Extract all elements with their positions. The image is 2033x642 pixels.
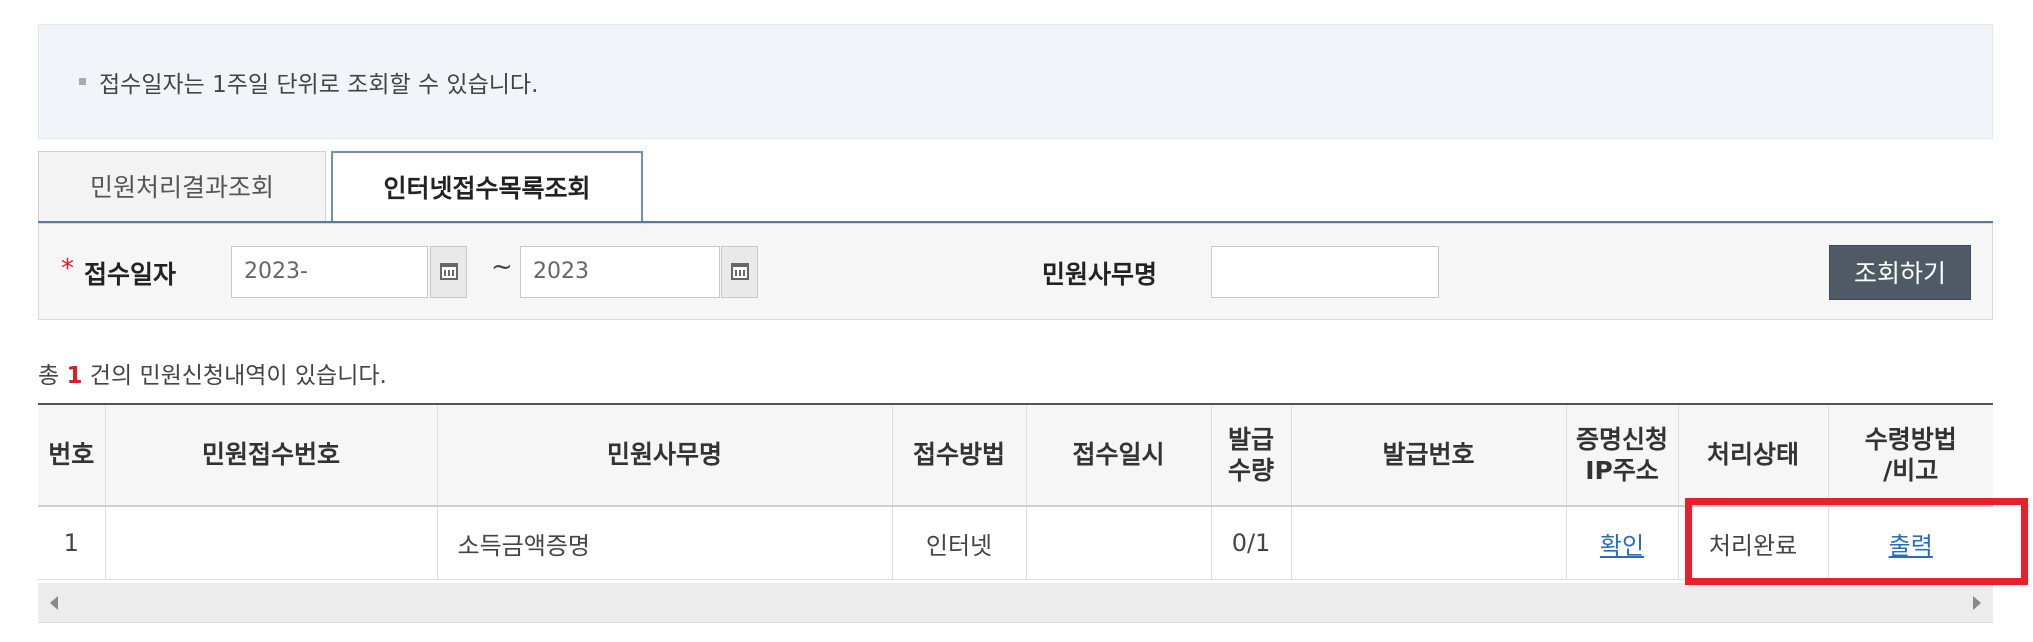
col-header: 민원접수번호 (104, 403, 437, 507)
cell-datetime (1025, 506, 1211, 580)
highlight-box (1685, 498, 2028, 585)
office-label: 민원사무명 (1042, 260, 1158, 289)
cell-office-name: 소득금액증명 (436, 506, 892, 580)
search-button[interactable]: 조회하기 (1829, 245, 1971, 300)
notice-box: 접수일자는 1주일 단위로 조회할 수 있습니다. (38, 24, 1993, 139)
result-count: 1 (66, 363, 83, 389)
scroll-left-icon[interactable] (50, 596, 58, 610)
calendar-icon (440, 263, 458, 280)
date-separator: ~ (491, 252, 513, 282)
date-label: 접수일자 (84, 260, 177, 289)
table-header-row: 번호 민원접수번호 민원사무명 접수방법 접수일시 발급 수량 발급번호 증명신… (38, 403, 1993, 507)
date-from-input[interactable]: 2023- (231, 246, 428, 298)
required-mark: * (61, 254, 74, 284)
col-header: 수령방법 /비고 (1827, 403, 1993, 507)
col-header: 접수일시 (1025, 403, 1211, 507)
result-summary: 총 1 건의 민원신청내역이 있습니다. (38, 363, 387, 389)
horizontal-scrollbar[interactable] (38, 583, 1993, 623)
scroll-right-icon[interactable] (1973, 596, 1981, 610)
calendar-to-button[interactable] (721, 246, 758, 298)
col-header: 증명신청 IP주소 (1565, 403, 1678, 507)
tab-result-inquiry[interactable]: 민원처리결과조회 (38, 151, 326, 222)
col-header: 발급 수량 (1210, 403, 1291, 507)
date-to-input[interactable]: 2023 (520, 246, 720, 298)
cell-method: 인터넷 (891, 506, 1026, 580)
notice-text: 접수일자는 1주일 단위로 조회할 수 있습니다. (99, 72, 539, 98)
col-header: 발급번호 (1290, 403, 1566, 507)
cell-receipt-no (104, 506, 437, 580)
col-header: 민원사무명 (436, 403, 892, 507)
col-header: 접수방법 (891, 403, 1026, 507)
col-header: 번호 (38, 403, 105, 507)
ip-confirm-link[interactable]: 확인 (1600, 532, 1644, 560)
cell-qty: 0/1 (1210, 506, 1291, 580)
bullet-icon (79, 78, 86, 85)
cell-ip: 확인 (1565, 506, 1678, 580)
tab-internet-list[interactable]: 인터넷접수목록조회 (331, 151, 643, 225)
office-name-input[interactable] (1211, 246, 1439, 298)
cell-issue-no (1290, 506, 1566, 580)
cell-no: 1 (38, 506, 105, 580)
calendar-icon (731, 263, 749, 280)
calendar-from-button[interactable] (430, 246, 467, 298)
col-header: 처리상태 (1677, 403, 1828, 507)
search-panel: * 접수일자 2023- ~ 2023 민원사무명 조회하기 (38, 223, 1993, 320)
